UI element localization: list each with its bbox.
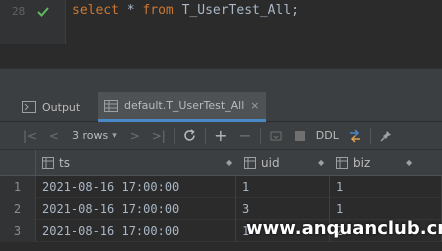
- table-row[interactable]: 2 2021-08-16 17:00:00 3 1: [0, 198, 442, 220]
- line-number: 28: [12, 5, 26, 18]
- code-line[interactable]: select * from T_UserTest_All;: [72, 3, 299, 18]
- rows-label: 3 rows: [72, 129, 109, 142]
- toolbar-separator: [259, 127, 261, 144]
- table-name: T_UserTest_All;: [181, 3, 299, 18]
- row-number: 3: [0, 220, 36, 242]
- cell-ts[interactable]: 2021-08-16 17:00:00: [36, 220, 236, 242]
- column-label-ts: ts: [59, 156, 70, 170]
- sql-editor[interactable]: 28 select * from T_UserTest_All;: [0, 0, 442, 44]
- stop-icon[interactable]: [288, 124, 312, 148]
- add-row-icon[interactable]: +: [209, 124, 233, 148]
- toolbar-separator: [369, 127, 371, 144]
- remove-row-icon[interactable]: −: [233, 124, 257, 148]
- chevron-down-icon: ▾: [112, 130, 117, 141]
- cell-ts[interactable]: 2021-08-16 17:00:00: [36, 176, 236, 198]
- keyword-select: select: [72, 3, 119, 18]
- pin-icon[interactable]: [374, 124, 398, 148]
- tab-output[interactable]: Output: [22, 92, 80, 122]
- check-icon: [36, 4, 50, 18]
- row-number: 2: [0, 198, 36, 220]
- table-row[interactable]: 1 2021-08-16 17:00:00 1 1: [0, 176, 442, 198]
- ddl-button[interactable]: DDL: [312, 129, 343, 142]
- panel-divider[interactable]: [0, 68, 442, 92]
- editor-gutter: 28: [0, 0, 66, 44]
- cell-uid[interactable]: 1: [236, 176, 330, 198]
- last-page-icon[interactable]: >|: [147, 124, 171, 148]
- column-header-biz[interactable]: biz: [336, 150, 370, 176]
- tab-results-label: default.T_UserTest_All: [124, 99, 245, 112]
- toolbar-separator: [204, 127, 206, 144]
- submit-icon[interactable]: [264, 124, 288, 148]
- row-number: 1: [0, 176, 36, 198]
- row-number-header: [0, 150, 36, 176]
- tab-results-table[interactable]: default.T_UserTest_All ×: [98, 92, 266, 122]
- results-toolbar: |< < 3 rows ▾ > >| + − DDL: [0, 122, 442, 150]
- cell-ts[interactable]: 2021-08-16 17:00:00: [36, 198, 236, 220]
- refresh-icon[interactable]: [178, 124, 202, 148]
- sort-icon[interactable]: ◆: [226, 158, 232, 167]
- column-icon: [336, 157, 348, 169]
- column-label-biz: biz: [353, 156, 371, 170]
- output-icon: [22, 101, 36, 113]
- cell-biz[interactable]: 1: [330, 176, 442, 198]
- results-tab-bar: Output default.T_UserTest_All ×: [0, 92, 442, 122]
- compare-arrows-icon[interactable]: [343, 124, 367, 148]
- editor-empty-area: [0, 44, 442, 68]
- prev-page-icon[interactable]: <: [42, 124, 66, 148]
- table-icon: [104, 99, 118, 112]
- grid-header: ts ◆ uid ◆ biz ◆: [0, 150, 442, 176]
- column-label-uid: uid: [261, 156, 280, 170]
- column-header-uid[interactable]: uid: [244, 150, 280, 176]
- column-header-ts[interactable]: ts: [42, 150, 70, 176]
- sort-icon[interactable]: ◆: [318, 158, 324, 167]
- toolbar-separator: [173, 127, 175, 144]
- sort-icon[interactable]: ◆: [406, 158, 412, 167]
- cell-biz[interactable]: 1: [330, 198, 442, 220]
- close-icon[interactable]: ×: [250, 99, 259, 112]
- cell-uid[interactable]: 3: [236, 198, 330, 220]
- first-page-icon[interactable]: |<: [18, 124, 42, 148]
- next-page-icon[interactable]: >: [123, 124, 147, 148]
- column-icon: [42, 157, 54, 169]
- watermark: www.anquanclub.cn: [246, 218, 442, 239]
- tab-output-label: Output: [42, 100, 81, 114]
- rows-selector[interactable]: 3 rows ▾: [66, 129, 123, 142]
- column-icon: [244, 157, 256, 169]
- keyword-star: *: [126, 3, 135, 18]
- keyword-from: from: [142, 3, 174, 18]
